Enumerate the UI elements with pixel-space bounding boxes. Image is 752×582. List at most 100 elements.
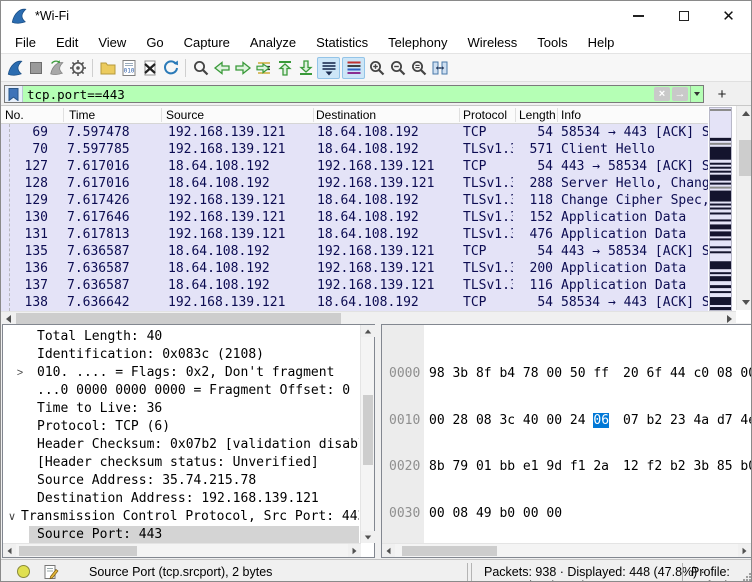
intelligent-scrollbar-minimap[interactable]	[709, 107, 732, 311]
zoom-in-button[interactable]	[366, 57, 387, 79]
scroll-up-button[interactable]	[737, 106, 752, 121]
hscroll-thumb[interactable]	[16, 313, 341, 324]
col-header-time[interactable]: Time	[69, 108, 95, 122]
details-vscrollbar[interactable]	[360, 325, 374, 543]
go-forward-button[interactable]	[232, 57, 253, 79]
detail-line[interactable]: Identification: 0x083c (2108)	[3, 346, 359, 364]
detail-line[interactable]: ...0 0000 0000 0000 = Fragment Offset: 0	[3, 382, 359, 400]
packet-row-131[interactable]: 1317.617813192.168.139.12118.64.108.192T…	[1, 226, 708, 243]
menu-edit[interactable]: Edit	[46, 33, 88, 52]
go-back-button[interactable]	[211, 57, 232, 79]
auto-scroll-toggle[interactable]	[317, 57, 340, 79]
menu-view[interactable]: View	[88, 33, 136, 52]
scroll-left-button[interactable]	[382, 544, 395, 557]
hex-hscrollbar[interactable]	[382, 543, 751, 557]
detail-line[interactable]: Source Address: 35.74.215.78	[3, 472, 359, 490]
detail-line[interactable]: Header Checksum: 0x07b2 [validation disa…	[3, 436, 359, 454]
hscroll-thumb[interactable]	[19, 546, 137, 556]
scroll-right-button[interactable]	[738, 544, 751, 557]
menu-capture[interactable]: Capture	[174, 33, 240, 52]
filter-bookmark-button[interactable]	[5, 86, 23, 102]
packet-row-130[interactable]: 1307.617646192.168.139.12118.64.108.192T…	[1, 209, 708, 226]
packet-row-127[interactable]: 1277.61701618.64.108.192192.168.139.121T…	[1, 158, 708, 175]
detail-line-selected[interactable]: Source Port: 443	[3, 526, 359, 544]
filter-dropdown-button[interactable]	[690, 86, 703, 102]
column-divider[interactable]	[459, 108, 460, 122]
scroll-down-button[interactable]	[737, 295, 752, 310]
open-file-button[interactable]	[97, 57, 118, 79]
detail-line[interactable]: [Header checksum status: Unverified]	[3, 454, 359, 472]
packet-list-hscrollbar[interactable]	[1, 311, 736, 324]
filter-apply-button[interactable]: →	[672, 87, 688, 101]
detail-line[interactable]: Protocol: TCP (6)	[3, 418, 359, 436]
stop-capture-button[interactable]	[25, 57, 46, 79]
hex-row[interactable]: 00208b 79 01 bb e1 9d f1 2a12 f2 b2 3b 8…	[382, 459, 429, 475]
col-header-source[interactable]: Source	[166, 108, 204, 122]
packet-row-136[interactable]: 1367.63658718.64.108.192192.168.139.121T…	[1, 260, 708, 277]
menu-go[interactable]: Go	[136, 33, 173, 52]
packet-row-138[interactable]: 1387.636642192.168.139.12118.64.108.192T…	[1, 294, 708, 311]
column-divider[interactable]	[63, 108, 64, 122]
scroll-right-button[interactable]	[348, 544, 361, 557]
resize-grip[interactable]	[743, 573, 751, 581]
packet-row-70[interactable]: 707.597785192.168.139.12118.64.108.192TL…	[1, 141, 708, 158]
col-header-destination[interactable]: Destination	[316, 108, 376, 122]
zoom-original-button[interactable]	[408, 57, 429, 79]
capture-comment-icon[interactable]	[43, 564, 59, 580]
display-filter-input[interactable]: tcp.port==443 × →	[4, 85, 704, 103]
column-divider[interactable]	[515, 108, 516, 122]
expert-info-icon[interactable]	[17, 565, 30, 578]
reload-file-button[interactable]	[160, 57, 181, 79]
packet-row-128[interactable]: 1287.61701618.64.108.192192.168.139.121T…	[1, 175, 708, 192]
vscroll-thumb[interactable]	[739, 140, 752, 176]
scroll-left-button[interactable]	[3, 544, 16, 557]
scroll-down-button[interactable]	[361, 531, 375, 543]
close-button[interactable]: ✕	[706, 1, 751, 31]
go-to-top-button[interactable]	[274, 57, 295, 79]
hex-row[interactable]: 003000 08 49 b0 00 00	[382, 506, 429, 522]
menu-telephony[interactable]: Telephony	[378, 33, 457, 52]
column-divider[interactable]	[557, 108, 558, 122]
details-hscrollbar[interactable]	[3, 543, 361, 557]
go-to-bottom-button[interactable]	[295, 57, 316, 79]
detail-line-flags[interactable]: >010. .... = Flags: 0x2, Don't fragment	[3, 364, 359, 382]
column-divider[interactable]	[313, 108, 314, 122]
col-header-length[interactable]: Length	[519, 108, 556, 122]
menu-tools[interactable]: Tools	[527, 33, 577, 52]
col-header-no[interactable]: No.	[5, 108, 24, 122]
column-divider[interactable]	[161, 108, 162, 122]
title-bar[interactable]: *Wi-Fi ✕	[1, 1, 751, 31]
resize-columns-button[interactable]	[429, 57, 450, 79]
menu-statistics[interactable]: Statistics	[306, 33, 378, 52]
detail-line[interactable]: Total Length: 40	[3, 328, 359, 346]
detail-line[interactable]: Time to Live: 36	[3, 400, 359, 418]
go-to-packet-button[interactable]	[253, 57, 274, 79]
expander-expanded-icon[interactable]: ∨	[3, 508, 21, 526]
packet-row-135[interactable]: 1357.63658718.64.108.192192.168.139.121T…	[1, 243, 708, 260]
hscroll-thumb[interactable]	[402, 546, 497, 556]
packet-row-69[interactable]: 697.597478192.168.139.12118.64.108.192TC…	[1, 124, 708, 141]
packet-row-129[interactable]: 1297.617426192.168.139.12118.64.108.192T…	[1, 192, 708, 209]
menu-analyze[interactable]: Analyze	[240, 33, 306, 52]
save-file-button[interactable]: 010	[118, 57, 139, 79]
restart-capture-button[interactable]	[46, 57, 67, 79]
minimize-button[interactable]	[616, 1, 661, 31]
vscroll-thumb[interactable]	[363, 395, 373, 465]
col-header-info[interactable]: Info	[561, 108, 581, 122]
capture-options-button[interactable]	[67, 57, 88, 79]
packet-row-137[interactable]: 1377.63658718.64.108.192192.168.139.121T…	[1, 277, 708, 294]
detail-line[interactable]: Destination Address: 192.168.139.121	[3, 490, 359, 508]
menu-help[interactable]: Help	[578, 33, 625, 52]
zoom-out-button[interactable]	[387, 57, 408, 79]
colorize-toggle[interactable]	[342, 57, 365, 79]
start-capture-button[interactable]	[4, 57, 25, 79]
menu-file[interactable]: File	[5, 33, 46, 52]
detail-line-tcp[interactable]: ∨Transmission Control Protocol, Src Port…	[3, 508, 359, 526]
hex-row[interactable]: 001000 28 08 3c 40 00 24 0607 b2 23 4a d…	[382, 413, 429, 429]
menu-wireless[interactable]: Wireless	[457, 33, 527, 52]
filter-text[interactable]: tcp.port==443	[23, 87, 654, 102]
filter-add-button[interactable]: +	[713, 85, 731, 103]
close-file-button[interactable]	[139, 57, 160, 79]
packet-list-vscrollbar[interactable]	[736, 106, 752, 310]
col-header-protocol[interactable]: Protocol	[463, 108, 507, 122]
